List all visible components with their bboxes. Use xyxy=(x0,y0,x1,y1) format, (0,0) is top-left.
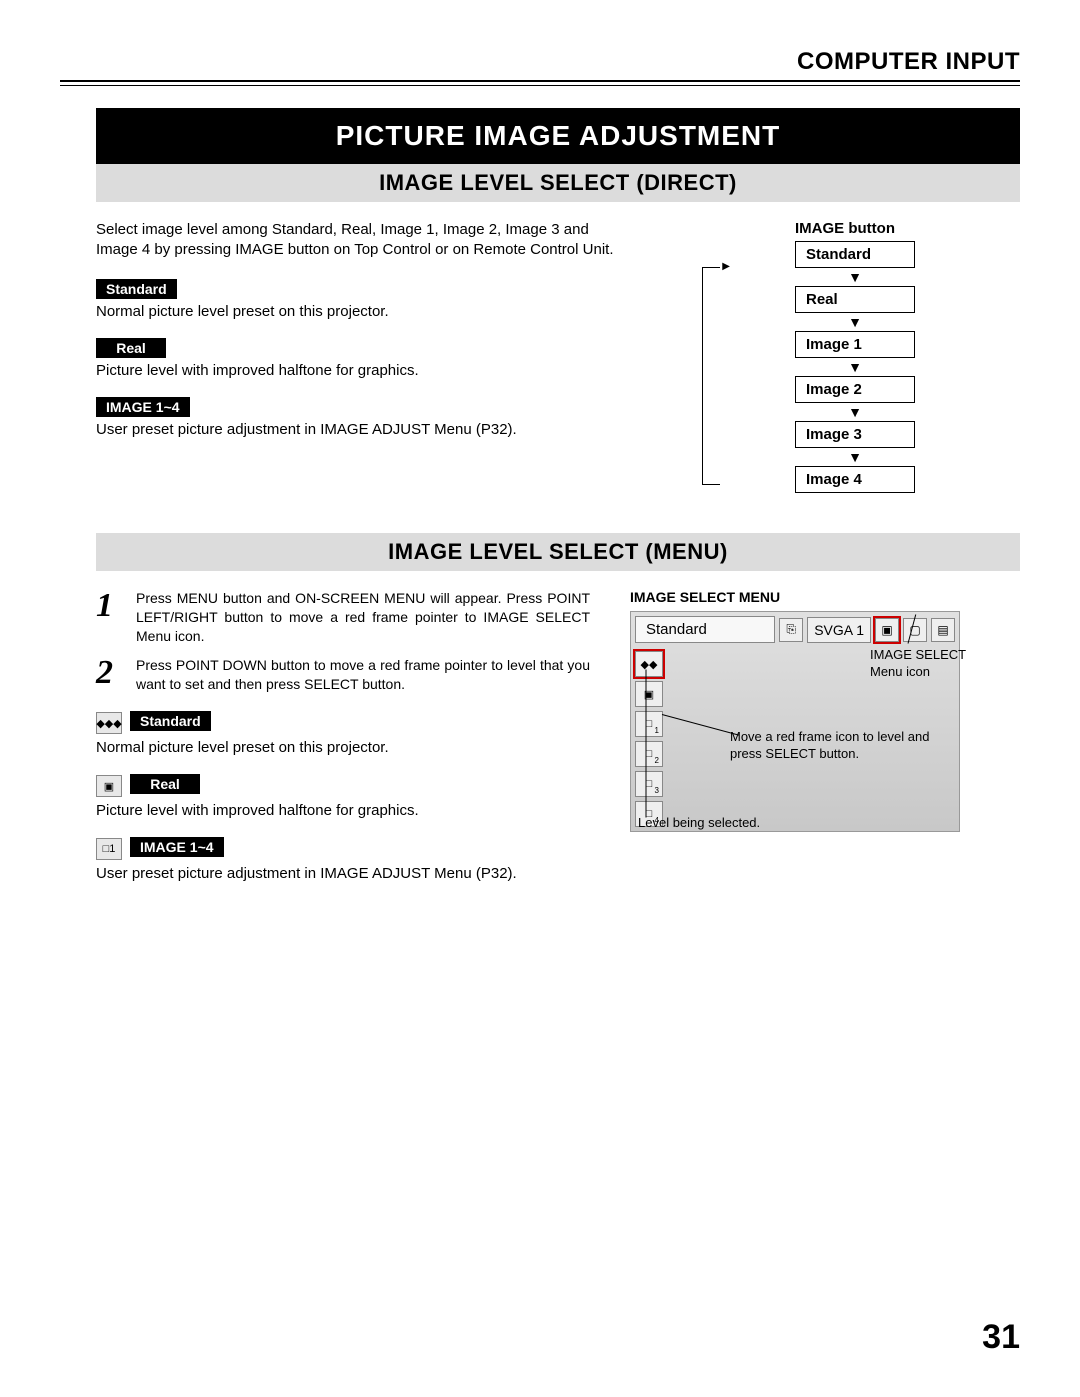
osd-item-image2: □2 xyxy=(635,741,663,767)
callout-menu-icon: IMAGE SELECT Menu icon xyxy=(870,647,966,681)
menu-heading: IMAGE LEVEL SELECT (MENU) xyxy=(96,533,1020,571)
computer-input-header: COMPUTER INPUT xyxy=(60,48,1020,76)
menu-image14-desc: User preset picture adjustment in IMAGE … xyxy=(96,865,590,882)
arrow-down-icon: ▼ xyxy=(690,405,1020,419)
flow-image3: Image 3 xyxy=(795,421,915,448)
image14-desc: User preset picture adjustment in IMAGE … xyxy=(96,421,630,438)
flow-image4: Image 4 xyxy=(795,466,915,493)
menu-real-pill: Real xyxy=(130,774,200,794)
arrow-down-icon: ▼ xyxy=(690,270,1020,284)
flow-standard: Standard xyxy=(795,241,915,268)
flow-image2: Image 2 xyxy=(795,376,915,403)
image14-pill: IMAGE 1~4 xyxy=(96,397,190,417)
real-desc: Picture level with improved halftone for… xyxy=(96,362,630,379)
callout-move: Move a red frame icon to level and press… xyxy=(730,729,960,763)
arrow-down-icon: ▼ xyxy=(690,315,1020,329)
standard-desc: Normal picture level preset on this proj… xyxy=(96,303,630,320)
step-1-number: 1 xyxy=(96,589,122,646)
osd-panel: Standard ⎘ SVGA 1 ▣ ▢ ▤ ◆◆ ▣ □1 □2 □3 □4 xyxy=(630,611,960,832)
image-select-menu-icon: ▣ xyxy=(875,618,899,642)
osd-item-real: ▣ xyxy=(635,681,663,707)
menu-more-icon: ▤ xyxy=(931,618,955,642)
callout-line xyxy=(646,670,647,818)
step-1-text: Press MENU button and ON-SCREEN MENU wil… xyxy=(136,589,590,646)
standard-icon: ◆◆◆ xyxy=(96,712,122,734)
step-2-text: Press POINT DOWN button to move a red fr… xyxy=(136,656,590,694)
standard-pill: Standard xyxy=(96,279,177,299)
osd-item-image3: □3 xyxy=(635,771,663,797)
arrow-down-icon: ▼ xyxy=(690,450,1020,464)
header-rule xyxy=(60,80,1020,86)
direct-heading: IMAGE LEVEL SELECT (DIRECT) xyxy=(96,164,1020,202)
image-button-label: IMAGE button xyxy=(670,220,1020,237)
real-pill: Real xyxy=(96,338,166,358)
callout-level: Level being selected. xyxy=(638,815,760,832)
section-title: PICTURE IMAGE ADJUSTMENT xyxy=(96,108,1020,164)
input-icon: ⎘ xyxy=(779,618,803,642)
osd-current-label: Standard xyxy=(635,616,775,643)
flow-loop-line xyxy=(702,267,720,485)
menu-standard-desc: Normal picture level preset on this proj… xyxy=(96,739,590,756)
page-number: 31 xyxy=(982,1318,1020,1357)
image-select-menu-heading: IMAGE SELECT MENU xyxy=(630,589,1020,605)
osd-item-standard: ◆◆ xyxy=(635,651,663,677)
svga-label: SVGA 1 xyxy=(814,622,864,638)
flow-real: Real xyxy=(795,286,915,313)
step-2-number: 2 xyxy=(96,656,122,694)
menu-real-desc: Picture level with improved halftone for… xyxy=(96,802,590,819)
menu-icon: ▢ xyxy=(903,618,927,642)
menu-standard-pill: Standard xyxy=(130,711,211,731)
arrow-down-icon: ▼ xyxy=(690,360,1020,374)
direct-intro: Select image level among Standard, Real,… xyxy=(96,220,630,261)
real-icon: ▣ xyxy=(96,775,122,797)
image14-icon: □1 xyxy=(96,838,122,860)
osd-svga-box: SVGA 1 xyxy=(807,617,871,643)
osd-item-image1: □1 xyxy=(635,711,663,737)
menu-image14-pill: IMAGE 1~4 xyxy=(130,837,224,857)
flow-image1: Image 1 xyxy=(795,331,915,358)
